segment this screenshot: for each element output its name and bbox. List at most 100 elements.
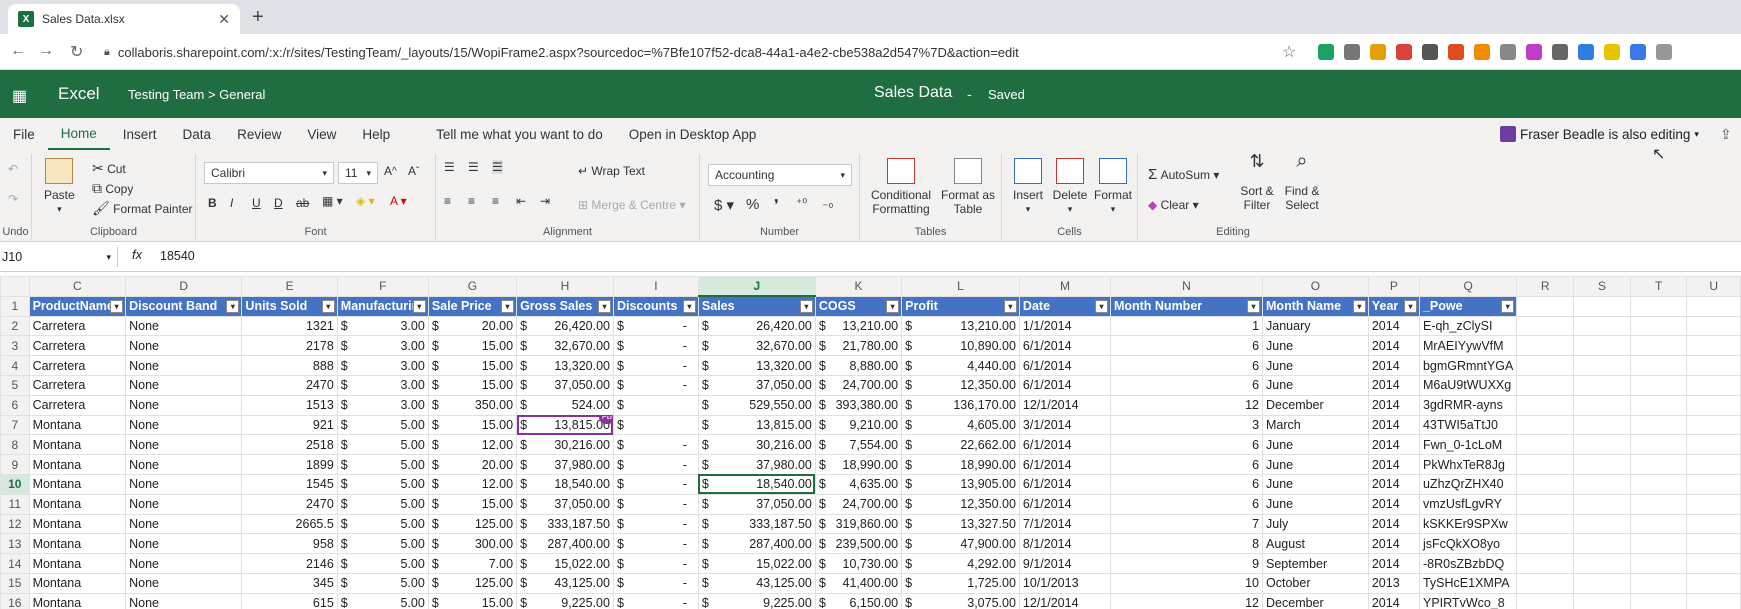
new-tab-icon[interactable]: +	[252, 6, 264, 29]
cell[interactable]: 6/1/2014	[1018, 335, 1111, 357]
cell[interactable]: 2470	[241, 374, 338, 396]
table-header-cell[interactable]: Discounts ▾	[612, 295, 699, 317]
cell[interactable]	[1686, 592, 1741, 609]
open-desktop-app[interactable]: Open in Desktop App	[616, 118, 770, 150]
cell[interactable]	[1516, 374, 1575, 396]
cell[interactable]: $13,320.00	[516, 355, 614, 376]
cell[interactable]: $239,500.00	[814, 533, 903, 555]
row-header[interactable]: 6	[0, 394, 30, 416]
filter-dropdown-icon[interactable]: ▾	[501, 299, 515, 313]
row-header[interactable]: 8	[0, 434, 30, 456]
cell[interactable]: None	[125, 414, 243, 436]
back-icon[interactable]: ←	[10, 42, 26, 60]
cell[interactable]: 2014	[1367, 335, 1420, 357]
cell[interactable]: $37,050.00	[697, 493, 816, 515]
cell[interactable]	[1573, 295, 1631, 317]
cell[interactable]: 7/1/2014	[1018, 513, 1111, 535]
cell[interactable]: $4,292.00	[901, 553, 1020, 574]
extension-icon[interactable]	[1474, 44, 1490, 60]
cell[interactable]: $12,350.00	[901, 374, 1020, 396]
format-cells-button[interactable]: Format ▾	[1092, 158, 1134, 216]
column-header[interactable]: K	[814, 276, 903, 297]
column-header[interactable]: E	[241, 276, 338, 297]
italic-icon[interactable]: I	[230, 196, 233, 210]
cell[interactable]	[1629, 553, 1688, 574]
cell[interactable]: 2014	[1367, 434, 1420, 456]
cell[interactable]: $3.00	[336, 355, 429, 376]
extension-icon[interactable]	[1500, 44, 1516, 60]
extension-icon[interactable]	[1396, 44, 1412, 60]
coauthor-indicator[interactable]: Fraser Beadle is also editing ▾	[1500, 126, 1699, 142]
cell[interactable]: None	[125, 394, 243, 416]
formula-input[interactable]: 18540	[160, 249, 195, 263]
cell[interactable]: 3/1/2014	[1018, 414, 1111, 436]
cell[interactable]: $287,400.00	[697, 533, 816, 555]
column-header[interactable]: M	[1018, 276, 1111, 297]
share-icon[interactable]: ⇪	[1720, 126, 1732, 143]
cell[interactable]	[1573, 473, 1631, 495]
cell[interactable]	[1573, 533, 1631, 555]
cell[interactable]: None	[125, 434, 243, 456]
cell[interactable]: 2014	[1367, 592, 1420, 609]
cell[interactable]	[1516, 473, 1575, 495]
cell[interactable]: 2014	[1367, 533, 1420, 555]
cell[interactable]: $12.00	[427, 434, 518, 456]
cell[interactable]	[1573, 434, 1631, 456]
cell[interactable]: $4,635.00	[814, 473, 903, 495]
filter-dropdown-icon[interactable]: ▾	[1352, 299, 1366, 313]
cell[interactable]	[1573, 414, 1631, 436]
cell[interactable]	[1629, 355, 1688, 376]
cell[interactable]	[1629, 414, 1688, 436]
cell[interactable]: $12,350.00	[901, 493, 1020, 515]
cell[interactable]: $ -	[612, 553, 699, 574]
cell[interactable]	[1629, 533, 1688, 555]
cell[interactable]: $43,125.00	[697, 572, 816, 594]
cell[interactable]	[1573, 335, 1631, 357]
select-all-corner[interactable]	[0, 276, 30, 297]
cell[interactable]: $1,725.00	[901, 572, 1020, 594]
cell[interactable]: $ -	[612, 473, 699, 495]
cell[interactable]	[1573, 592, 1631, 609]
column-header[interactable]: U	[1686, 276, 1741, 297]
cell[interactable]: June	[1262, 355, 1369, 376]
row-header[interactable]: 14	[0, 553, 30, 574]
cell[interactable]: None	[125, 374, 243, 396]
undo-icon[interactable]: ↶	[8, 162, 18, 176]
cell[interactable]: $22,662.00	[901, 434, 1020, 456]
row-header[interactable]: 4	[0, 355, 30, 376]
url-input[interactable]: 🔒︎ collaboris.sharepoint.com/:x:/r/sites…	[104, 40, 1314, 64]
cell[interactable]: $13,210.00	[814, 315, 903, 337]
cell[interactable]: $30,216.00	[516, 434, 614, 456]
cell[interactable]: $47,900.00	[901, 533, 1020, 555]
cell[interactable]: 3	[1109, 414, 1264, 436]
cell[interactable]	[1573, 374, 1631, 396]
cell[interactable]	[1516, 335, 1575, 357]
filter-dropdown-icon[interactable]: ▾	[1003, 299, 1017, 313]
cell[interactable]	[1686, 493, 1741, 515]
cell[interactable]: $5.00	[336, 553, 429, 574]
column-header[interactable]: O	[1262, 276, 1369, 297]
cell[interactable]: 2014	[1367, 513, 1420, 535]
double-underline-icon[interactable]: D	[274, 196, 283, 210]
cell[interactable]	[1686, 572, 1741, 594]
shrink-font-icon[interactable]: Aˇ	[408, 164, 419, 178]
cell[interactable]: 2013	[1367, 572, 1420, 594]
cell[interactable]: None	[125, 355, 243, 376]
cell[interactable]	[1629, 473, 1688, 495]
cell[interactable]	[1629, 335, 1688, 357]
cell[interactable]: $6,150.00	[814, 592, 903, 609]
filter-dropdown-icon[interactable]: ▾	[597, 299, 611, 313]
cell[interactable]: 2665.5	[241, 513, 338, 535]
number-format-select[interactable]: Accounting ▾	[708, 164, 852, 186]
cell[interactable]: $524.00	[516, 394, 614, 416]
extension-icon[interactable]	[1578, 44, 1594, 60]
cell[interactable]: 2014	[1367, 553, 1420, 574]
cell[interactable]: Montana	[28, 533, 127, 555]
cell[interactable]: $529,550.00	[697, 394, 816, 416]
format-as-table-button[interactable]: Format as Table	[938, 158, 998, 216]
cell[interactable]: Montana	[28, 414, 127, 436]
cell[interactable]: Carretera	[28, 315, 127, 337]
tell-me-search[interactable]: Tell me what you want to do	[423, 118, 616, 150]
cell[interactable]	[1686, 434, 1741, 456]
cell[interactable]: $125.00	[427, 572, 518, 594]
